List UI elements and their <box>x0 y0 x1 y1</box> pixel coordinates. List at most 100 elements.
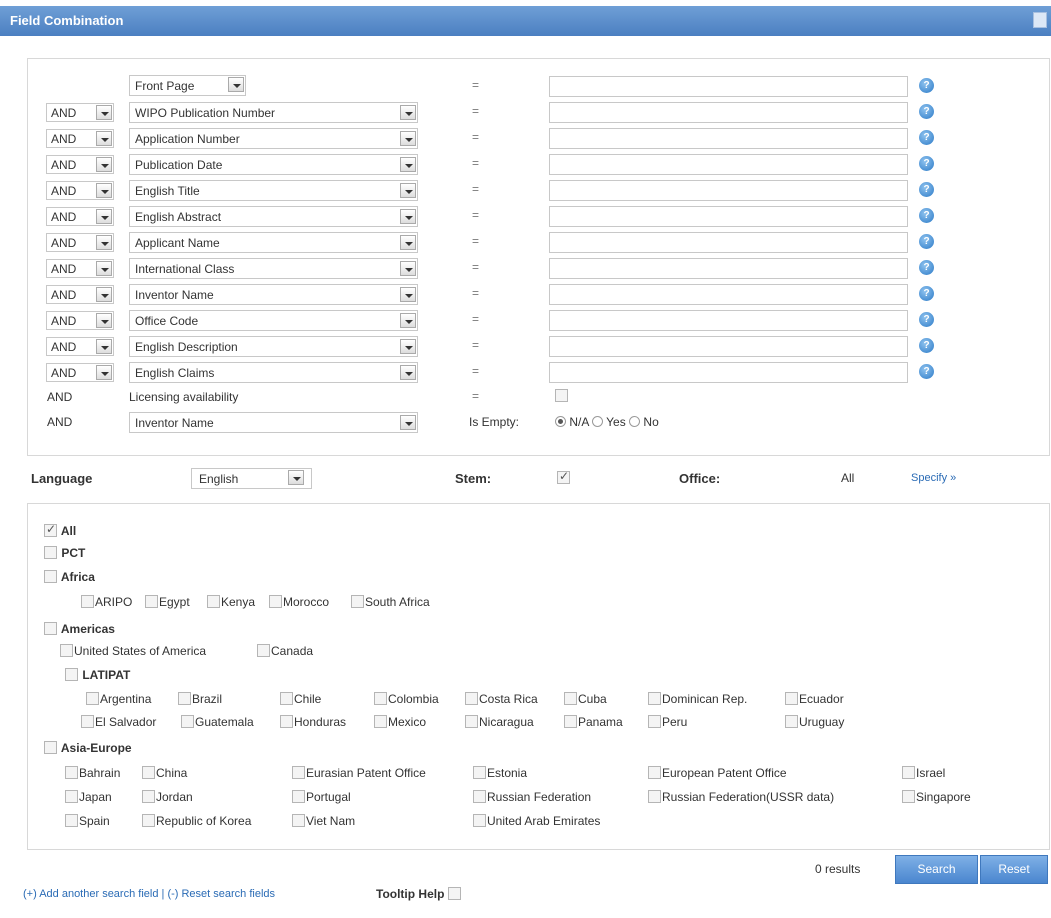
office-asia-europe-checkbox[interactable] <box>44 741 57 754</box>
office-option[interactable]: Colombia <box>374 692 439 706</box>
office-option[interactable]: Chile <box>280 692 321 706</box>
chevron-down-icon[interactable] <box>96 131 112 146</box>
office-asia-europe[interactable]: Asia-Europe <box>44 741 132 755</box>
office-checkbox[interactable] <box>902 766 915 779</box>
chevron-down-icon[interactable] <box>400 105 416 120</box>
field-select[interactable]: Application Number <box>129 128 418 149</box>
office-option[interactable]: Republic of Korea <box>142 814 251 828</box>
operator-select[interactable]: AND <box>46 155 114 174</box>
field-select[interactable]: Applicant Name <box>129 232 418 253</box>
office-checkbox[interactable] <box>292 814 305 827</box>
chevron-down-icon[interactable] <box>96 261 112 276</box>
office-checkbox[interactable] <box>145 595 158 608</box>
chevron-down-icon[interactable] <box>96 365 112 380</box>
field-select[interactable]: Inventor Name <box>129 412 418 433</box>
field-select[interactable]: English Abstract <box>129 206 418 227</box>
office-all[interactable]: All <box>44 522 76 538</box>
office-option[interactable]: Bahrain <box>65 766 120 780</box>
help-icon[interactable]: ? <box>919 234 934 249</box>
radio-yes[interactable] <box>592 416 604 427</box>
radio-na[interactable] <box>555 416 566 427</box>
office-option[interactable]: Ecuador <box>785 692 844 706</box>
office-option[interactable]: Kenya <box>207 595 255 609</box>
operator-select[interactable]: AND <box>46 363 114 382</box>
office-checkbox[interactable] <box>374 715 387 728</box>
chevron-down-icon[interactable] <box>96 209 112 224</box>
help-icon[interactable]: ? <box>919 208 934 223</box>
operator-select[interactable]: AND <box>46 233 114 252</box>
office-latipat-checkbox[interactable] <box>65 668 78 681</box>
office-option[interactable]: Eurasian Patent Office <box>292 766 426 780</box>
help-icon[interactable]: ? <box>919 182 934 197</box>
chevron-down-icon[interactable] <box>96 287 112 302</box>
specify-link[interactable]: Specify » <box>911 472 956 484</box>
operator-select[interactable]: AND <box>46 285 114 304</box>
help-icon[interactable]: ? <box>919 312 934 327</box>
chevron-down-icon[interactable] <box>400 235 416 250</box>
office-checkbox[interactable] <box>473 790 486 803</box>
search-value-input[interactable] <box>549 336 908 357</box>
chevron-down-icon[interactable] <box>400 365 416 380</box>
office-option[interactable]: Morocco <box>269 595 329 609</box>
office-option[interactable]: Singapore <box>902 790 971 804</box>
office-checkbox[interactable] <box>181 715 194 728</box>
office-option[interactable]: ARIPO <box>81 595 132 609</box>
help-icon[interactable]: ? <box>919 364 934 379</box>
help-icon[interactable]: ? <box>919 130 934 145</box>
operator-select[interactable]: AND <box>46 207 114 226</box>
office-checkbox[interactable] <box>648 766 661 779</box>
chevron-down-icon[interactable] <box>400 339 416 354</box>
chevron-down-icon[interactable] <box>400 313 416 328</box>
office-option[interactable]: Russian Federation <box>473 790 591 804</box>
language-select[interactable]: English <box>191 468 312 489</box>
office-checkbox[interactable] <box>564 715 577 728</box>
office-checkbox[interactable] <box>269 595 282 608</box>
search-value-input[interactable] <box>549 258 908 279</box>
office-checkbox[interactable] <box>648 692 661 705</box>
office-checkbox[interactable] <box>65 766 78 779</box>
office-option[interactable]: European Patent Office <box>648 766 787 780</box>
office-checkbox[interactable] <box>465 715 478 728</box>
office-checkbox[interactable] <box>473 814 486 827</box>
office-option[interactable]: Egypt <box>145 595 190 609</box>
office-pct[interactable]: PCT <box>44 546 85 560</box>
office-checkbox[interactable] <box>280 692 293 705</box>
chevron-down-icon[interactable] <box>400 183 416 198</box>
office-checkbox[interactable] <box>81 595 94 608</box>
office-option[interactable]: Nicaragua <box>465 715 534 729</box>
office-africa[interactable]: Africa <box>44 570 95 584</box>
office-option[interactable]: China <box>142 766 187 780</box>
office-checkbox[interactable] <box>142 790 155 803</box>
field-select[interactable]: International Class <box>129 258 418 279</box>
chevron-down-icon[interactable] <box>400 287 416 302</box>
operator-select[interactable]: AND <box>46 259 114 278</box>
search-value-input[interactable] <box>549 154 908 175</box>
field-select[interactable]: English Claims <box>129 362 418 383</box>
office-americas-checkbox[interactable] <box>44 622 57 635</box>
office-option[interactable]: Panama <box>564 715 623 729</box>
office-option[interactable]: Costa Rica <box>465 692 538 706</box>
chevron-down-icon[interactable] <box>96 339 112 354</box>
collapse-icon[interactable] <box>1033 12 1047 28</box>
help-icon[interactable]: ? <box>919 78 934 93</box>
field-select[interactable]: English Title <box>129 180 418 201</box>
search-value-input[interactable] <box>549 180 908 201</box>
office-option[interactable]: Estonia <box>473 766 527 780</box>
chevron-down-icon[interactable] <box>400 261 416 276</box>
operator-select[interactable]: AND <box>46 181 114 200</box>
office-option[interactable]: South Africa <box>351 595 430 609</box>
office-option[interactable]: Dominican Rep. <box>648 692 747 706</box>
help-icon[interactable]: ? <box>919 156 934 171</box>
search-value-input[interactable] <box>549 232 908 253</box>
office-checkbox[interactable] <box>142 766 155 779</box>
stem-checkbox[interactable] <box>557 469 570 484</box>
chevron-down-icon[interactable] <box>400 415 416 430</box>
office-option[interactable]: Israel <box>902 766 945 780</box>
office-option[interactable]: Canada <box>257 644 313 658</box>
office-option[interactable]: Russian Federation(USSR data) <box>648 790 834 804</box>
office-pct-checkbox[interactable] <box>44 546 57 559</box>
chevron-down-icon[interactable] <box>96 105 112 120</box>
office-option[interactable]: United States of America <box>60 644 206 658</box>
search-value-input[interactable] <box>549 310 908 331</box>
office-option[interactable]: Viet Nam <box>292 814 355 828</box>
